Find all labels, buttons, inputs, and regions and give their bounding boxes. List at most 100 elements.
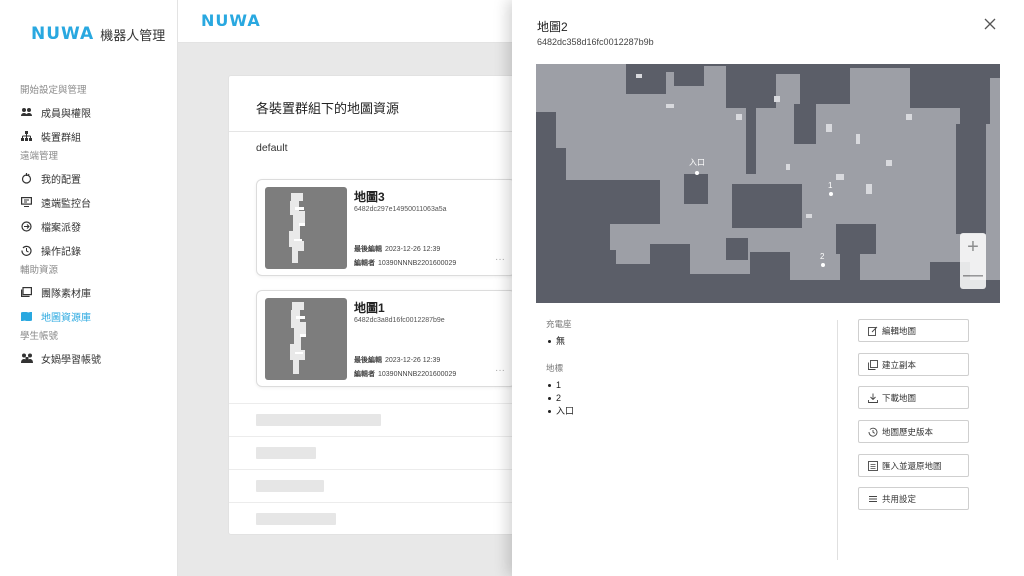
share-settings-button[interactable]: 共用設定 <box>858 487 969 510</box>
nav-section-title: 開始設定與管理 <box>20 85 87 96</box>
sidebar-item-label: 團隊素材庫 <box>41 288 91 300</box>
map-thumbnail <box>265 298 347 380</box>
map-detail-drawer: 地圖2 6482dc358d16fc0012287b9b 入口 1 2 + — … <box>512 0 1024 576</box>
sidebar-item-device-group[interactable]: 裝置群組 <box>20 124 170 148</box>
edit-map-button[interactable]: 編輯地圖 <box>858 319 969 342</box>
list-item: 2 <box>546 392 816 405</box>
last-edited-value: 2023-12-26 12:39 <box>385 246 441 253</box>
sidebar: NUWA 機器人管理 開始設定與管理 成員與權限 裝置群組 遠端管理 我的配置 … <box>0 0 178 576</box>
map-id: 6482dc297e14950011063a5a <box>354 206 447 213</box>
button-label: 下載地圖 <box>882 392 917 403</box>
map-name: 地圖3 <box>354 190 385 204</box>
sidebar-item-student[interactable]: 女媧學習帳號 <box>20 346 170 370</box>
button-label: 匯入並還原地圖 <box>882 460 942 471</box>
button-label: 地圖歷史版本 <box>882 426 934 437</box>
map-name: 地圖1 <box>354 301 385 315</box>
last-edited-value: 2023-12-26 12:39 <box>385 357 441 364</box>
history-icon <box>868 427 878 437</box>
sidebar-item-config[interactable]: 我的配置 <box>20 166 170 190</box>
landmark-label: 地標 <box>546 363 564 373</box>
sidebar-item-label: 女媧學習帳號 <box>41 354 101 366</box>
more-options-button[interactable]: ··· <box>495 365 505 376</box>
divider <box>229 131 527 132</box>
download-icon <box>868 393 878 403</box>
nuwa-logo[interactable]: NUWA <box>201 11 261 30</box>
import-restore-map-button[interactable]: 匯入並還原地圖 <box>858 454 969 477</box>
sidebar-item-label: 裝置群組 <box>41 132 81 144</box>
charging-station-list: 無 <box>546 335 816 348</box>
sidebar-item-file-dispatch[interactable]: 檔案派發 <box>20 214 170 238</box>
sidebar-item-label: 我的配置 <box>41 174 81 186</box>
product-name: 機器人管理 <box>100 27 166 43</box>
map-thumbnail <box>265 187 347 269</box>
sidebar-item-members[interactable]: 成員與權限 <box>20 100 170 124</box>
zoom-in-button[interactable]: + <box>960 233 986 261</box>
file-dispatch-icon <box>20 220 33 233</box>
brand[interactable]: NUWA 機器人管理 <box>31 24 165 44</box>
landmark-list: 1 2 入口 <box>546 379 816 418</box>
landmark-marker[interactable] <box>695 171 699 175</box>
monitor-icon <box>20 196 33 209</box>
last-edited-label: 最後編輯 <box>354 357 382 364</box>
sidebar-item-label: 成員與權限 <box>41 108 91 120</box>
list-item: 入口 <box>546 405 816 418</box>
sidebar-item-library[interactable]: 團隊素材庫 <box>20 280 170 304</box>
sidebar-item-label: 遠端監控台 <box>41 198 91 210</box>
share-settings-icon <box>868 494 878 504</box>
sidebar-nav: 開始設定與管理 成員與權限 裝置群組 遠端管理 我的配置 遠端監控台 檔案派發 … <box>20 82 170 370</box>
sidebar-item-history[interactable]: 操作記錄 <box>20 238 170 262</box>
copy-icon <box>868 359 878 370</box>
last-edited-label: 最後編輯 <box>354 246 382 253</box>
duplicate-map-button[interactable]: 建立副本 <box>858 353 969 376</box>
landmark-marker[interactable] <box>821 263 825 267</box>
list-item: 無 <box>546 335 816 348</box>
landmark-marker[interactable] <box>829 192 833 196</box>
zoom-out-button[interactable]: — <box>960 261 986 289</box>
device-group-icon <box>20 130 33 143</box>
sidebar-item-map-library[interactable]: 地圖資源庫 <box>20 304 170 328</box>
vertical-divider <box>837 320 838 560</box>
nav-section-title: 遠端管理 <box>20 151 59 162</box>
sidebar-item-label: 地圖資源庫 <box>41 312 91 324</box>
map-marker-label: 2 <box>820 252 825 261</box>
close-icon[interactable] <box>982 16 998 32</box>
config-icon <box>20 172 33 185</box>
loading-row <box>229 403 527 436</box>
map-history-button[interactable]: 地圖歷史版本 <box>858 420 969 443</box>
map-marker-label: 1 <box>828 181 833 190</box>
map-card[interactable]: 地圖3 6482dc297e14950011063a5a 最後編輯 2023-12… <box>256 179 516 276</box>
editor-label: 編輯者 <box>354 371 375 378</box>
map-id: 6482dc358d16fc0012287b9b <box>537 37 654 47</box>
last-edited: 最後編輯 2023-12-26 12:39 <box>354 355 440 365</box>
nuwa-logo: NUWA <box>31 24 95 44</box>
sidebar-item-monitor[interactable]: 遠端監控台 <box>20 190 170 214</box>
sidebar-item-label: 檔案派發 <box>41 222 81 234</box>
map-info: 充電座 無 地標 1 2 入口 <box>546 318 816 432</box>
nav-section-title: 輔助資源 <box>20 265 59 276</box>
button-label: 編輯地圖 <box>882 325 917 336</box>
loading-row <box>229 502 527 535</box>
map-icon <box>20 310 33 323</box>
editor-label: 編輯者 <box>354 260 375 267</box>
drawer-title: 地圖2 <box>537 20 568 34</box>
skeleton-bar <box>256 513 336 525</box>
sidebar-item-label: 操作記錄 <box>41 246 81 258</box>
button-label: 共用設定 <box>882 493 917 504</box>
map-canvas[interactable]: 入口 1 2 + — <box>536 64 1000 303</box>
download-map-button[interactable]: 下載地圖 <box>858 386 969 409</box>
editor-value: 10390NNNB2201600029 <box>378 260 457 267</box>
more-options-button[interactable]: ··· <box>495 254 505 265</box>
nav-section-title: 學生帳號 <box>20 331 59 342</box>
editor: 編輯者 10390NNNB2201600029 <box>354 258 456 268</box>
loading-row <box>229 436 527 469</box>
map-card[interactable]: 地圖1 6482dc3a8d16fc0012287b9e 最後編輯 2023-12… <box>256 290 516 387</box>
map-marker-label: 入口 <box>689 158 705 167</box>
button-label: 建立副本 <box>882 359 917 370</box>
editor-value: 10390NNNB2201600029 <box>378 371 457 378</box>
page-title: 各裝置群組下的地圖資源 <box>256 101 400 116</box>
members-icon <box>20 106 33 119</box>
edit-icon <box>868 326 878 336</box>
student-icon <box>20 352 33 365</box>
map-id: 6482dc3a8d16fc0012287b9e <box>354 317 445 324</box>
editor: 編輯者 10390NNNB2201600029 <box>354 369 456 379</box>
